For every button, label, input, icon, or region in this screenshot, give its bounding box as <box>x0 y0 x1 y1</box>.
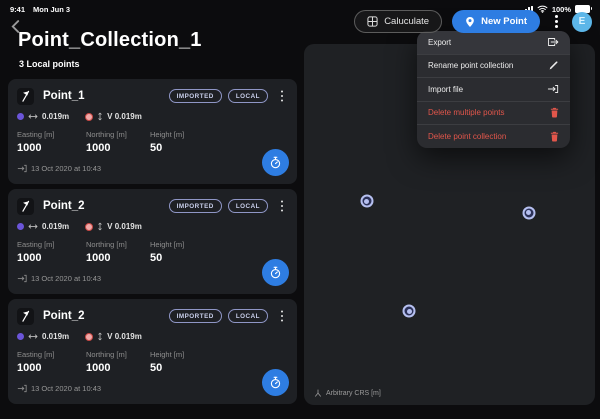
timestamp: 13 Oct 2020 at 10:43 <box>31 274 101 283</box>
northing-value: 1000 <box>86 142 150 154</box>
stakeout-timer-button[interactable] <box>262 259 289 286</box>
map-marker[interactable] <box>522 206 535 219</box>
easting-value: 1000 <box>17 142 86 154</box>
local-badge: LOCAL <box>228 309 268 323</box>
point-menu-button[interactable] <box>276 197 288 215</box>
h-accuracy-value: 0.019m <box>42 112 69 121</box>
calculate-button[interactable]: Caluculate <box>354 10 442 33</box>
point-menu-button[interactable] <box>276 87 288 105</box>
v-accuracy-icon <box>97 332 103 341</box>
status-time: 9:41 <box>10 5 25 14</box>
easting-label: Easting [m] <box>17 130 86 139</box>
point-card[interactable]: Point_2 IMPORTED LOCAL 0.019m V 0.019m <box>8 299 297 404</box>
import-icon <box>547 84 559 94</box>
h-accuracy-dot <box>17 223 24 230</box>
height-label: Height [m] <box>150 350 288 359</box>
status-date: Mon Jun 3 <box>33 5 70 14</box>
h-accuracy-dot <box>17 333 24 340</box>
menu-item-delete-multiple-points[interactable]: Delete multiple points <box>417 102 570 125</box>
v-accuracy-icon <box>97 222 103 231</box>
v-accuracy-dot <box>85 223 93 231</box>
northing-value: 1000 <box>86 252 150 264</box>
export-icon <box>547 37 559 47</box>
point-name: Point_2 <box>43 310 85 322</box>
northing-value: 1000 <box>86 362 150 374</box>
height-label: Height [m] <box>150 240 288 249</box>
point-name: Point_1 <box>43 90 85 102</box>
point-flag-icon <box>17 198 34 215</box>
points-count: 3 Local points <box>19 59 80 69</box>
map-pin-icon <box>465 16 475 28</box>
v-accuracy-dot <box>85 333 93 341</box>
northing-label: Northing [m] <box>86 240 150 249</box>
h-accuracy-icon <box>28 223 38 230</box>
h-accuracy-value: 0.019m <box>42 222 69 231</box>
northing-label: Northing [m] <box>86 350 150 359</box>
imported-at-icon <box>17 274 27 283</box>
crs-label: Arbitrary CRS [m] <box>326 390 381 397</box>
new-point-button[interactable]: New Point <box>452 10 540 33</box>
imported-badge: IMPORTED <box>169 199 222 213</box>
crs-label-group: Arbitrary CRS [m] <box>314 389 381 397</box>
v-accuracy-value: V 0.019m <box>107 332 142 341</box>
stakeout-timer-button[interactable] <box>262 149 289 176</box>
v-accuracy-icon <box>97 112 103 121</box>
local-badge: LOCAL <box>228 199 268 213</box>
imported-badge: IMPORTED <box>169 309 222 323</box>
imported-badge: IMPORTED <box>169 89 222 103</box>
point-card[interactable]: Point_2 IMPORTED LOCAL 0.019m V 0.019m <box>8 189 297 294</box>
point-menu-button[interactable] <box>276 307 288 325</box>
h-accuracy-dot <box>17 113 24 120</box>
menu-item-import-file[interactable]: Import file <box>417 78 570 101</box>
page-title: Point_Collection_1 <box>18 29 202 52</box>
imported-at-icon <box>17 384 27 393</box>
trash-icon <box>550 107 559 118</box>
easting-label: Easting [m] <box>17 350 86 359</box>
imported-at-icon <box>17 164 27 173</box>
trash-icon <box>550 131 559 142</box>
height-label: Height [m] <box>150 130 288 139</box>
map-marker[interactable] <box>403 305 416 318</box>
point-flag-icon <box>17 88 34 105</box>
v-accuracy-value: V 0.019m <box>107 112 142 121</box>
points-list: Point_1 IMPORTED LOCAL 0.019m V 0.019m <box>8 79 297 404</box>
timestamp: 13 Oct 2020 at 10:43 <box>31 384 101 393</box>
crs-axes-icon <box>314 389 322 397</box>
easting-label: Easting [m] <box>17 240 86 249</box>
pencil-icon <box>548 60 559 71</box>
collection-context-menu: Export Rename point collection Import fi… <box>417 31 570 148</box>
local-badge: LOCAL <box>228 89 268 103</box>
point-card[interactable]: Point_1 IMPORTED LOCAL 0.019m V 0.019m <box>8 79 297 184</box>
v-accuracy-value: V 0.019m <box>107 222 142 231</box>
easting-value: 1000 <box>17 252 86 264</box>
collection-menu-button[interactable] <box>550 13 562 31</box>
easting-value: 1000 <box>17 362 86 374</box>
map-marker[interactable] <box>360 195 373 208</box>
northing-label: Northing [m] <box>86 130 150 139</box>
menu-item-export[interactable]: Export <box>417 31 570 54</box>
avatar[interactable]: E <box>572 12 592 32</box>
h-accuracy-value: 0.019m <box>42 332 69 341</box>
h-accuracy-icon <box>28 333 38 340</box>
header-actions: Caluculate New Point E <box>354 10 592 33</box>
h-accuracy-icon <box>28 113 38 120</box>
point-flag-icon <box>17 308 34 325</box>
grid-icon <box>367 16 378 27</box>
point-name: Point_2 <box>43 200 85 212</box>
menu-item-delete-collection[interactable]: Delete point collection <box>417 125 570 148</box>
v-accuracy-dot <box>85 113 93 121</box>
stakeout-timer-button[interactable] <box>262 369 289 396</box>
menu-item-rename[interactable]: Rename point collection <box>417 55 570 78</box>
timestamp: 13 Oct 2020 at 10:43 <box>31 164 101 173</box>
